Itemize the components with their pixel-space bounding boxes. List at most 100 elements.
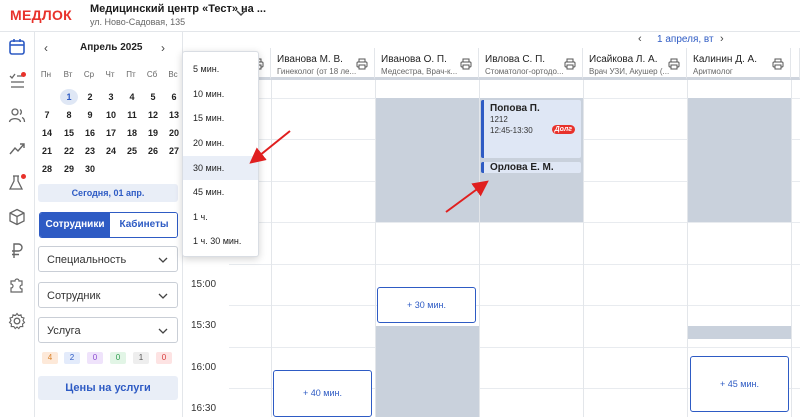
date-nav: ‹ 1 апреля, вт › bbox=[183, 32, 800, 48]
employee-select[interactable]: Сотрудник bbox=[38, 282, 178, 308]
calendar-day[interactable]: 3 bbox=[102, 89, 120, 105]
column-header: Иванова О. П. Медсестра, Врач-к... bbox=[375, 48, 479, 80]
top-header: МЕДЛОК Медицинский центр «Тест» на ... у… bbox=[0, 0, 800, 32]
status-count-badge[interactable]: 0 bbox=[87, 352, 103, 364]
status-count-badge[interactable]: 2 bbox=[64, 352, 80, 364]
duration-dropdown: 5 мин. 10 мин. 15 мин. 20 мин. 30 мин. 4… bbox=[182, 51, 259, 257]
calendar-month: Апрель 2025 bbox=[80, 42, 143, 53]
chevron-down-icon bbox=[158, 328, 168, 334]
weekday-label: Вс bbox=[168, 70, 178, 79]
box-icon[interactable] bbox=[8, 208, 26, 226]
puzzle-icon[interactable] bbox=[8, 276, 26, 294]
appointment-card[interactable]: Орлова Е. М. bbox=[481, 162, 581, 173]
month-prev-button[interactable]: ‹ bbox=[44, 41, 48, 55]
printer-icon[interactable] bbox=[668, 58, 680, 70]
calendar-day[interactable]: 23 bbox=[81, 143, 99, 159]
calendar-day[interactable]: 25 bbox=[123, 143, 141, 159]
doctor-name[interactable]: Иванова М. В. bbox=[277, 54, 343, 65]
month-next-button[interactable]: › bbox=[161, 41, 165, 55]
printer-icon[interactable] bbox=[772, 58, 784, 70]
calendar-day[interactable]: 10 bbox=[102, 107, 120, 123]
printer-icon[interactable] bbox=[564, 58, 576, 70]
appointment-code: 1212 bbox=[490, 115, 508, 124]
today-button[interactable]: Сегодня, 01 апр. bbox=[38, 184, 178, 202]
calendar-day[interactable]: 16 bbox=[81, 125, 99, 141]
calendar-day[interactable]: 8 bbox=[60, 107, 78, 123]
appointment-time: 12:45-13:30 bbox=[490, 126, 533, 135]
duration-option[interactable]: 20 мин. bbox=[183, 131, 258, 155]
weekday-label: Сб bbox=[146, 70, 158, 79]
add-slot-button[interactable]: + 45 мин. bbox=[690, 356, 789, 412]
duration-option[interactable]: 5 мин. bbox=[183, 57, 258, 81]
grid-line bbox=[229, 222, 800, 223]
duration-option[interactable]: 45 мин. bbox=[183, 180, 258, 204]
calendar-day[interactable]: 1 bbox=[60, 89, 78, 105]
ruble-icon[interactable] bbox=[8, 242, 26, 260]
calendar-day[interactable]: 13 bbox=[165, 107, 183, 123]
duration-option[interactable]: 1 ч. bbox=[183, 205, 258, 229]
blocked-time bbox=[688, 326, 791, 339]
add-slot-button[interactable]: + 30 мин. bbox=[377, 287, 476, 323]
duration-option[interactable]: 15 мин. bbox=[183, 106, 258, 130]
doctor-name[interactable]: Калинин Д. А. bbox=[693, 54, 757, 65]
calendar-day[interactable]: 11 bbox=[123, 107, 141, 123]
prices-button[interactable]: Цены на услуги bbox=[38, 376, 178, 400]
calendar-day[interactable]: 30 bbox=[81, 161, 99, 177]
duration-option[interactable]: 10 мин. bbox=[183, 82, 258, 106]
add-slot-button[interactable]: + 40 мин. bbox=[273, 370, 372, 417]
notification-dot bbox=[21, 72, 26, 77]
chevron-down-icon bbox=[158, 293, 168, 299]
tab-rooms[interactable]: Кабинеты bbox=[110, 213, 177, 237]
calendar-day[interactable]: 14 bbox=[38, 125, 56, 141]
calendar-day[interactable]: 28 bbox=[38, 161, 56, 177]
calendar-day[interactable]: 21 bbox=[38, 143, 56, 159]
date-next-button[interactable]: › bbox=[720, 33, 724, 45]
calendar-day[interactable]: 26 bbox=[144, 143, 162, 159]
status-count-badge[interactable]: 4 bbox=[42, 352, 58, 364]
specialty-select[interactable]: Специальность bbox=[38, 246, 178, 272]
service-select-label: Услуга bbox=[47, 325, 81, 337]
calendar-icon[interactable] bbox=[8, 38, 26, 56]
settings-icon[interactable] bbox=[8, 312, 26, 330]
doctor-name[interactable]: Иванова О. П. bbox=[381, 54, 447, 65]
date-prev-button[interactable]: ‹ bbox=[638, 33, 642, 45]
calendar-day[interactable]: 27 bbox=[165, 143, 183, 159]
calendar-day[interactable]: 20 bbox=[165, 125, 183, 141]
calendar-day[interactable]: 5 bbox=[144, 89, 162, 105]
service-select[interactable]: Услуга bbox=[38, 317, 178, 343]
printer-icon[interactable] bbox=[356, 58, 368, 70]
doctor-name[interactable]: Исайкова Л. А. bbox=[589, 54, 658, 65]
calendar-day[interactable]: 2 bbox=[81, 89, 99, 105]
calendar-day[interactable]: 15 bbox=[60, 125, 78, 141]
doctor-specialty: Врач УЗИ, Акушер (... bbox=[589, 67, 670, 76]
doctor-name[interactable]: Ивлова С. П. bbox=[485, 54, 545, 65]
calendar-day[interactable]: 29 bbox=[60, 161, 78, 177]
status-count-badge[interactable]: 0 bbox=[110, 352, 126, 364]
status-count-badge[interactable]: 1 bbox=[133, 352, 149, 364]
calendar-day[interactable]: 9 bbox=[81, 107, 99, 123]
weekday-label: Чт bbox=[105, 70, 115, 79]
calendar-day[interactable]: 17 bbox=[102, 125, 120, 141]
appointment-card[interactable]: Попова П. 1212 12:45-13:30 Долг bbox=[481, 100, 581, 158]
calendar-day[interactable]: 6 bbox=[165, 89, 183, 105]
time-label: 15:00 bbox=[191, 279, 217, 290]
duration-option-selected[interactable]: 30 мин. bbox=[183, 156, 258, 180]
doctor-specialty: Гинеколог (от 18 ле... bbox=[277, 67, 357, 76]
chevron-down-icon[interactable] bbox=[234, 6, 248, 20]
current-date[interactable]: 1 апреля, вт bbox=[657, 34, 714, 45]
calendar-day[interactable]: 22 bbox=[60, 143, 78, 159]
calendar-day[interactable]: 18 bbox=[123, 125, 141, 141]
tab-staff[interactable]: Сотрудники bbox=[40, 213, 110, 237]
column-header: Иванова М. В. Гинеколог (от 18 ле... bbox=[271, 48, 375, 80]
printer-icon[interactable] bbox=[460, 58, 472, 70]
calendar-day[interactable]: 19 bbox=[144, 125, 162, 141]
calendar-day[interactable]: 12 bbox=[144, 107, 162, 123]
calendar-day[interactable]: 7 bbox=[38, 107, 56, 123]
status-count-badge[interactable]: 0 bbox=[156, 352, 172, 364]
chart-icon[interactable] bbox=[8, 140, 26, 158]
calendar-day[interactable]: 24 bbox=[102, 143, 120, 159]
users-icon[interactable] bbox=[8, 106, 26, 124]
column-divider bbox=[583, 80, 584, 417]
calendar-day[interactable]: 4 bbox=[123, 89, 141, 105]
duration-option[interactable]: 1 ч. 30 мин. bbox=[183, 229, 258, 253]
